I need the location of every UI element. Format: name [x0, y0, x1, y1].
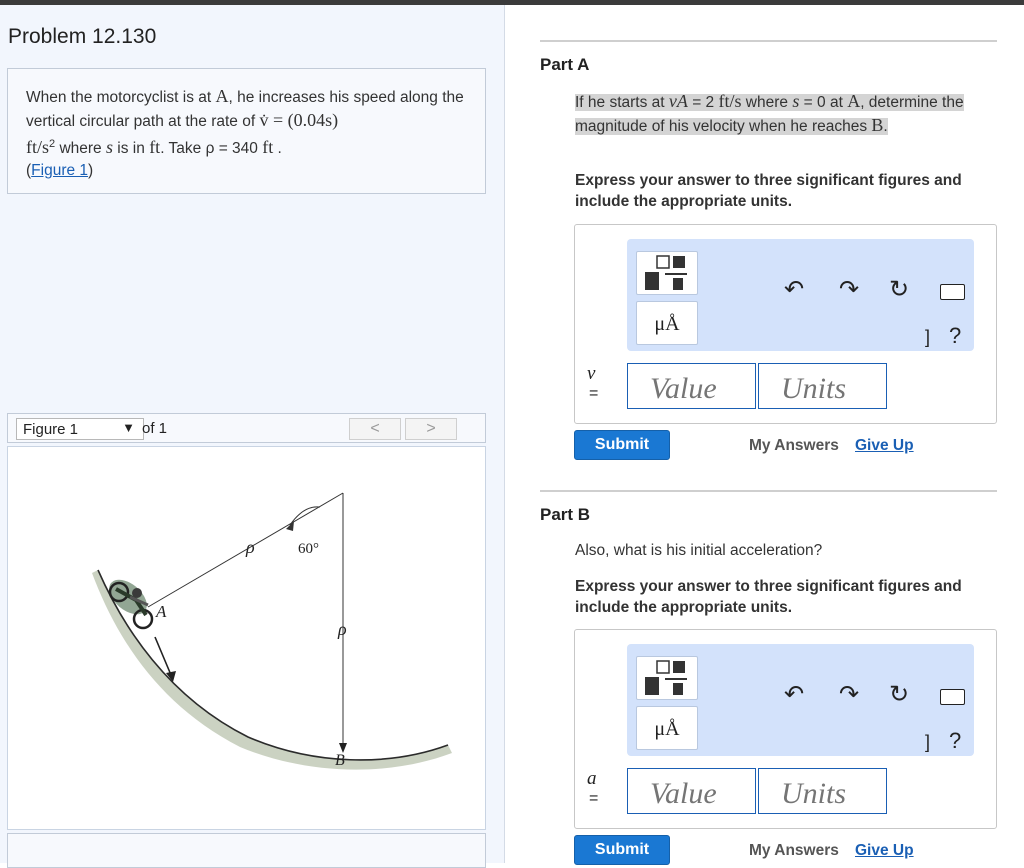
figure-1-link[interactable]: Figure 1 [31, 162, 88, 179]
figure-panel: ρ 60° A ρ B [7, 446, 486, 830]
part-b-instruction: Express your answer to three significant… [575, 578, 962, 616]
point-b-label: B [335, 752, 345, 769]
part-a-units-input[interactable] [758, 363, 887, 409]
bracket-icon: ] [925, 732, 931, 752]
reset-icon[interactable]: ↻ [889, 275, 909, 304]
part-a-equals: = [589, 385, 599, 402]
part-b-units-input[interactable] [758, 768, 887, 814]
problem-title: Problem 12.130 [8, 25, 157, 48]
part-a-instruction: Express your answer to three significant… [575, 172, 962, 210]
part-b-my-answers[interactable]: My Answers [749, 842, 839, 860]
dropdown-arrow-icon: ▼ [122, 420, 135, 435]
problem-statement-box: When the motorcyclist is at A, he increa… [7, 68, 486, 194]
undo-icon[interactable]: ↶ [784, 680, 804, 709]
figure-select[interactable]: Figure 1 ▼ [16, 418, 144, 440]
part-b-give-up-link[interactable]: Give Up [855, 842, 914, 860]
motorcycle-path-figure: ρ 60° A ρ B [92, 492, 452, 770]
part-b-value-input[interactable] [627, 768, 756, 814]
help-icon[interactable]: ? [949, 323, 961, 349]
fraction-template-button[interactable] [636, 251, 698, 295]
rho-label-1: ρ [245, 537, 255, 557]
fraction-template-icon [645, 660, 687, 695]
part-b-equals: = [589, 790, 599, 807]
rho-label-2: ρ [337, 619, 347, 639]
part-a-my-answers[interactable]: My Answers [749, 437, 839, 455]
part-a-submit-button[interactable]: Submit [574, 430, 670, 460]
part-a-math-toolbar: μÅ ↶ ↷ ↻ ] ? [627, 239, 974, 351]
previous-figure-button[interactable]: < [349, 418, 401, 440]
rate-expression: v̇ = (0.04s) [259, 110, 339, 130]
point-a-label: A [155, 602, 167, 621]
part-a-value-input[interactable] [627, 363, 756, 409]
problem-panel: Problem 12.130 When the motorcyclist is … [0, 5, 505, 868]
part-b-prompt: Also, what is his initial acceleration? [575, 542, 823, 559]
part-b-submit-button[interactable]: Submit [574, 835, 670, 865]
bracket-icon: ] [925, 327, 931, 347]
part-b-math-toolbar: μÅ ↶ ↷ ↻ ] ? [627, 644, 974, 756]
problem-statement: When the motorcyclist is at A, he increa… [26, 86, 464, 180]
figure-navigation-bar: Figure 1 ▼ of 1 < > [7, 413, 486, 443]
keyboard-icon[interactable] [940, 284, 965, 300]
figure-count-label: of 1 [142, 420, 168, 437]
reset-icon[interactable]: ↻ [889, 680, 909, 709]
part-a-title: Part A [540, 55, 590, 74]
part-b-answer-box: μÅ ↶ ↷ ↻ ] ? a = [574, 629, 997, 829]
part-a-give-up-link[interactable]: Give Up [855, 437, 914, 455]
units-symbol-button[interactable]: μÅ [636, 301, 698, 345]
part-b-variable: a [587, 768, 597, 789]
part-a-answer-box: μÅ ↶ ↷ ↻ ] ? v = [574, 224, 997, 424]
next-figure-button[interactable]: > [405, 418, 457, 440]
undo-icon[interactable]: ↶ [784, 275, 804, 304]
redo-icon[interactable]: ↷ [839, 680, 859, 709]
angle-label: 60° [298, 541, 319, 557]
part-a-variable: v [587, 363, 596, 384]
help-icon[interactable]: ? [949, 728, 961, 754]
ground-shading [92, 570, 452, 770]
redo-icon[interactable]: ↷ [839, 275, 859, 304]
fraction-template-button[interactable] [636, 656, 698, 700]
part-a-prompt: If he starts at vA = 2 ft/s where s = 0 … [575, 91, 964, 135]
keyboard-icon[interactable] [940, 689, 965, 705]
part-b-divider [540, 490, 997, 492]
units-symbol-button[interactable]: μÅ [636, 706, 698, 750]
part-a-divider [540, 40, 997, 42]
part-b-title: Part B [540, 505, 591, 524]
fraction-template-icon [645, 255, 687, 290]
